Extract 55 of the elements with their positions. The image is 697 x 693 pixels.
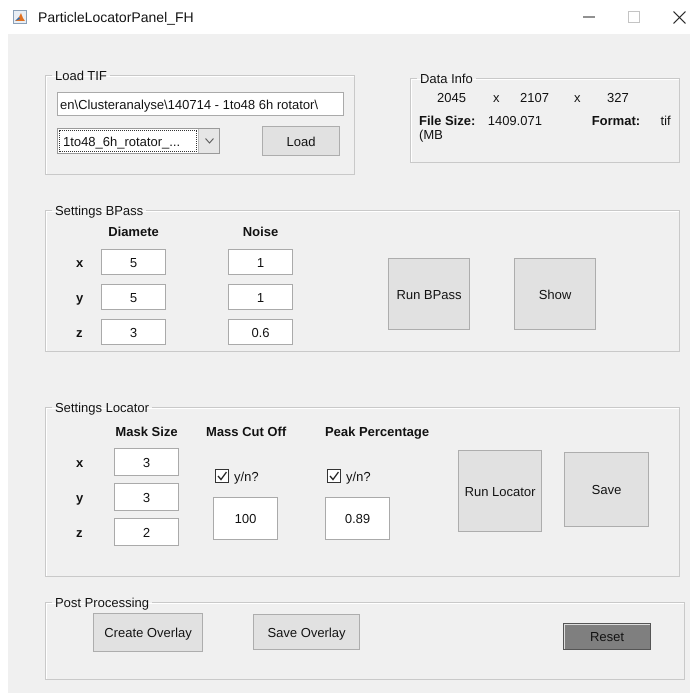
checkbox[interactable]: y/n? bbox=[327, 468, 390, 484]
checkbox[interactable]: y/n? bbox=[215, 468, 278, 484]
input-field[interactable]: 0.89 bbox=[325, 497, 390, 540]
axis-label: z bbox=[76, 324, 84, 340]
column-header: Noise bbox=[242, 224, 280, 238]
reset-button[interactable]: Reset bbox=[563, 623, 651, 650]
column-header: Peak Percentage bbox=[325, 424, 430, 438]
save-button[interactable]: Save bbox=[564, 452, 649, 527]
input-field[interactable]: 0.6 bbox=[228, 319, 293, 345]
separator-text: x bbox=[493, 90, 500, 107]
overlay-button[interactable]: Create Overlay bbox=[93, 613, 203, 652]
file-dropdown[interactable]: 1to48_6h_rotator_... bbox=[57, 128, 220, 154]
checkmark-icon bbox=[216, 470, 228, 482]
input-field[interactable]: 1 bbox=[228, 284, 293, 310]
field-label: Format: bbox=[592, 114, 642, 128]
panel-title: Settings Locator bbox=[54, 400, 150, 415]
axis-label: y bbox=[76, 490, 84, 504]
show-button[interactable]: Show bbox=[514, 258, 596, 330]
axis-label: x bbox=[76, 454, 84, 470]
caret-icon bbox=[204, 138, 214, 144]
input-field[interactable]: en\Clusteranalyse\140714 - 1to48 6h rotator\ bbox=[57, 92, 344, 116]
file-size-value: 1409.071 bbox=[488, 114, 543, 128]
close-icon[interactable] bbox=[673, 10, 686, 24]
run-button[interactable]: Run BPass bbox=[388, 258, 470, 330]
overlay-button[interactable]: Save Overlay bbox=[253, 614, 360, 650]
axis-label: x bbox=[76, 254, 84, 270]
input-field[interactable]: 5 bbox=[101, 284, 166, 310]
dimension-value: 2107 bbox=[520, 90, 550, 107]
window-title: ParticleLocatorPanel_FH bbox=[38, 9, 194, 25]
panel-title: Load TIF bbox=[54, 68, 108, 83]
axis-label: y bbox=[76, 290, 84, 304]
peak-icon bbox=[13, 10, 27, 24]
field-label: File Size: bbox=[419, 114, 476, 128]
dimension-value: 2045 bbox=[437, 90, 467, 107]
input-field[interactable]: 2 bbox=[114, 518, 179, 546]
dimension-value: 327 bbox=[607, 90, 629, 107]
input-field[interactable]: 3 bbox=[101, 319, 166, 345]
run-button[interactable]: Run Locator bbox=[458, 450, 542, 532]
input-field[interactable]: 3 bbox=[114, 448, 179, 476]
panel-title: Post Processing bbox=[54, 595, 150, 610]
column-header: Diamete bbox=[107, 224, 160, 238]
load-button[interactable]: Load bbox=[262, 126, 340, 156]
column-header: Mask Size bbox=[115, 424, 178, 438]
panel-title: Settings BPass bbox=[54, 203, 144, 218]
panel-title: Data Info bbox=[419, 71, 474, 86]
input-field[interactable]: 100 bbox=[213, 497, 278, 540]
unit-text: (MB bbox=[419, 128, 444, 142]
separator-text: x bbox=[574, 90, 582, 107]
checkmark-icon bbox=[328, 470, 340, 482]
input-field[interactable]: 1 bbox=[228, 249, 293, 275]
column-header: Mass Cut Off bbox=[206, 424, 286, 438]
input-field[interactable]: 5 bbox=[101, 249, 166, 275]
format-value: tif bbox=[660, 114, 672, 128]
input-field[interactable]: 3 bbox=[114, 483, 179, 511]
axis-label: z bbox=[76, 524, 84, 540]
